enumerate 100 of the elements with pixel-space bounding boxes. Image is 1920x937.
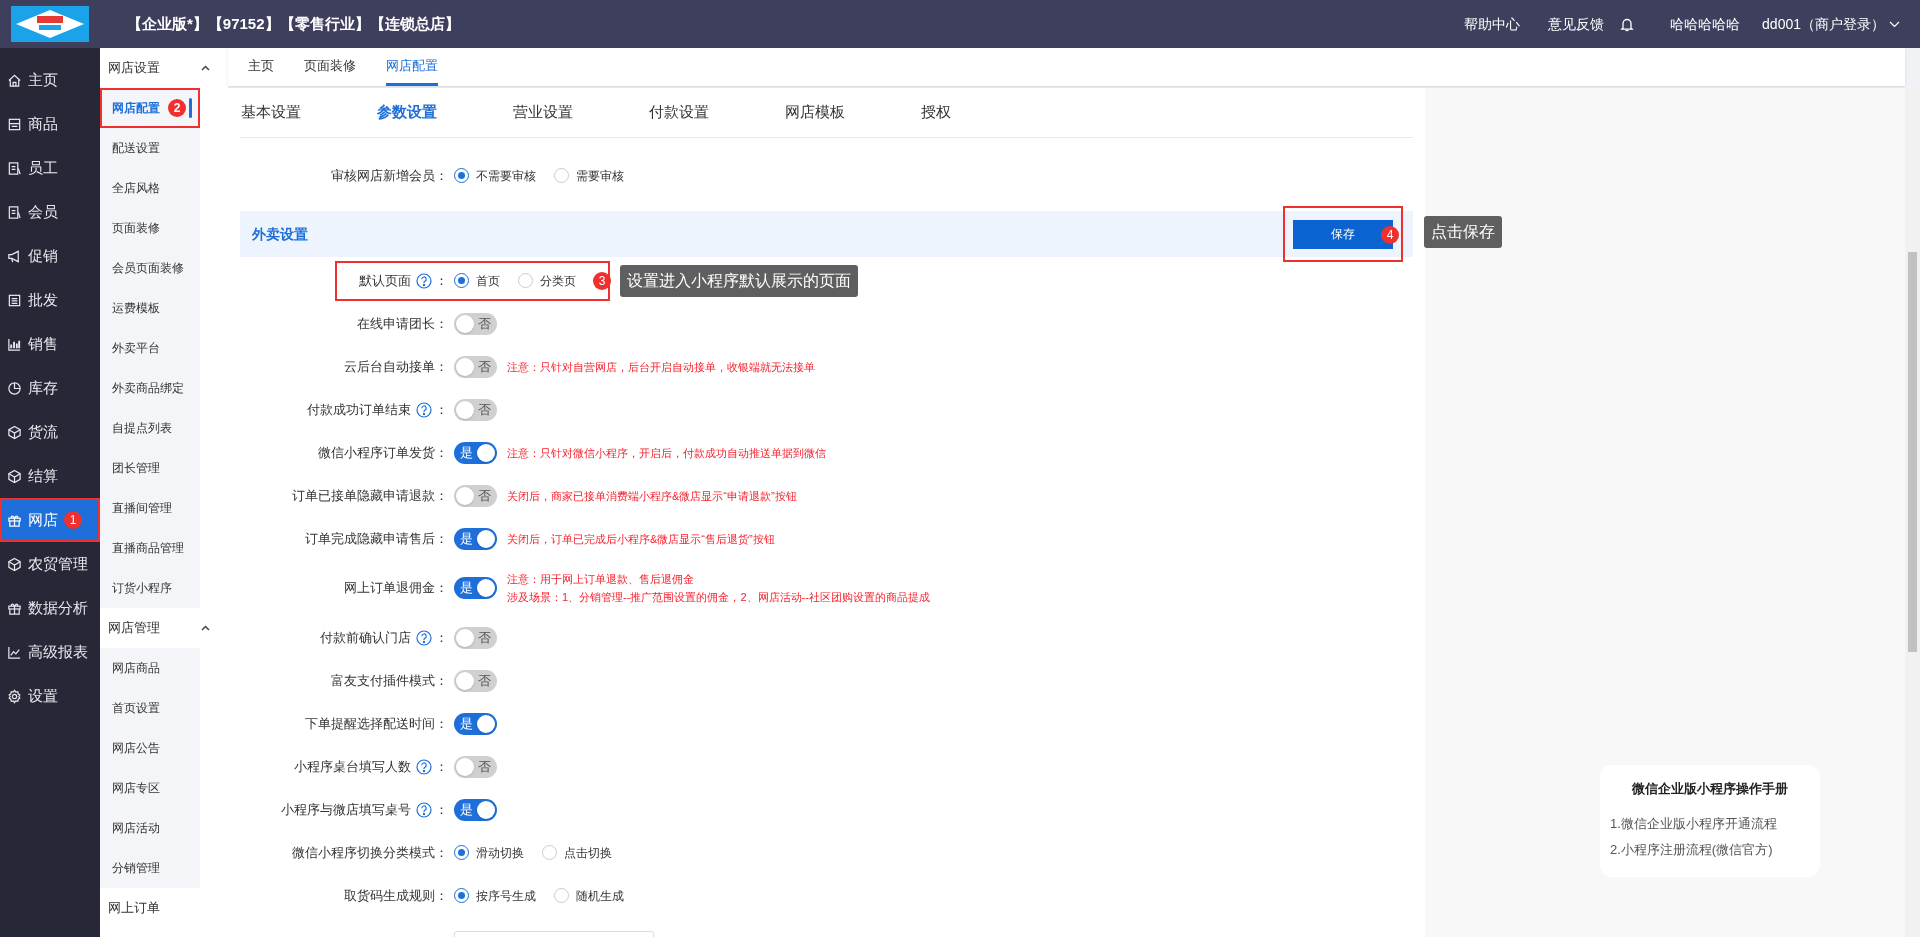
radio-option[interactable]: 需要审核 xyxy=(554,166,624,185)
colon: ： xyxy=(435,757,448,776)
menu-group[interactable]: 网店设置 xyxy=(100,48,218,88)
toggle-switch[interactable]: 是 xyxy=(454,577,497,599)
radio-option[interactable]: 不需要审核 xyxy=(454,166,536,185)
settings-tab[interactable]: 基本设置 xyxy=(240,87,376,138)
submenu-item[interactable]: 外卖商品绑定 xyxy=(100,368,200,408)
radio-option[interactable]: 点击切换 xyxy=(542,843,612,862)
warning-note: 关闭后，商家已接单消费端小程序&微店显示“申请退款”按钮 xyxy=(507,488,797,504)
nav-item[interactable]: 结算 xyxy=(0,454,100,498)
register-icon xyxy=(7,116,22,132)
submenu-item[interactable]: 网店专区 xyxy=(100,768,200,808)
submenu-item[interactable]: 配送设置 xyxy=(100,128,200,168)
settings-tab[interactable]: 网店模板 xyxy=(784,87,920,138)
submenu-item[interactable]: 外卖平台 xyxy=(100,328,200,368)
list-icon xyxy=(7,292,22,308)
page-tab[interactable]: 主页 xyxy=(248,48,274,86)
toggle-switch[interactable]: 是 xyxy=(454,441,497,464)
cube-icon xyxy=(7,468,22,484)
submenu-item[interactable]: 团长管理 xyxy=(100,448,200,488)
radio-option[interactable]: 滑动切换 xyxy=(454,843,524,862)
header-link[interactable]: 帮助中心 xyxy=(1464,13,1521,35)
toggle-switch[interactable]: 是 xyxy=(454,527,497,550)
radio-option[interactable]: 随机生成 xyxy=(554,886,624,905)
bell-icon[interactable] xyxy=(1620,16,1635,32)
nav-item[interactable]: 设置 xyxy=(0,674,100,718)
colon: ： xyxy=(435,800,448,819)
caret-up-icon xyxy=(201,65,210,71)
submenu-item[interactable]: 网店配置 2 xyxy=(100,88,200,128)
submenu-item[interactable]: 直播商品管理 xyxy=(100,528,200,568)
field-label: 网上订单退佣金： xyxy=(344,579,448,598)
toggle-switch[interactable]: 否 xyxy=(454,484,497,507)
scrollbar[interactable] xyxy=(1905,88,1920,937)
user-name: 哈哈哈哈哈 xyxy=(1670,14,1741,34)
bar-chart-icon xyxy=(7,336,22,352)
nav-item[interactable]: 商品 xyxy=(0,102,100,146)
colon: ： xyxy=(435,400,448,419)
field-label: 付款成功订单结束 xyxy=(307,400,411,419)
toggle-switch[interactable]: 是 xyxy=(454,712,497,735)
menu-group[interactable]: 网上订单 xyxy=(100,888,218,928)
nav-item[interactable]: 网店 1 xyxy=(0,498,100,542)
help-icon[interactable] xyxy=(416,401,432,418)
settings-icon xyxy=(7,688,22,704)
nav-item[interactable]: 销售 xyxy=(0,322,100,366)
account-menu[interactable]: dd001（商户登录） xyxy=(1762,13,1900,35)
toggle-switch[interactable]: 否 xyxy=(454,312,497,335)
nav-item[interactable]: 高级报表 xyxy=(0,630,100,674)
id-card-icon xyxy=(7,160,22,176)
toggle-switch[interactable]: 否 xyxy=(454,355,497,378)
toggle-switch[interactable]: 否 xyxy=(454,755,497,778)
nav-item[interactable]: 会员 xyxy=(0,190,100,234)
cube-icon xyxy=(7,424,22,440)
submenu-item[interactable]: 首页设置 xyxy=(100,688,200,728)
settings-tab[interactable]: 授权 xyxy=(920,87,1056,138)
field-label: 订单已接单隐藏申请退款： xyxy=(292,486,448,505)
help-icon[interactable] xyxy=(416,801,432,818)
nav-item[interactable]: 货流 xyxy=(0,410,100,454)
home-icon xyxy=(7,72,22,88)
submenu-item[interactable]: 网店公告 xyxy=(100,728,200,768)
submenu-item[interactable]: 分销管理 xyxy=(100,848,200,888)
nav-item[interactable]: 促销 xyxy=(0,234,100,278)
submenu-item[interactable]: 网店商品 xyxy=(100,648,200,688)
submenu-item[interactable]: 全店风格 xyxy=(100,168,200,208)
nav-item[interactable]: 库存 xyxy=(0,366,100,410)
manual-link[interactable]: 1.微信企业版小程序开通流程 xyxy=(1610,810,1810,837)
settings-tab[interactable]: 付款设置 xyxy=(648,87,784,138)
submenu-item[interactable]: 网店活动 xyxy=(100,808,200,848)
submenu-item[interactable]: 页面装修 xyxy=(100,208,200,248)
submenu-item[interactable]: 直播间管理 xyxy=(100,488,200,528)
line-chart-icon xyxy=(7,644,22,660)
toggle-switch[interactable]: 否 xyxy=(454,626,497,649)
toggle-switch[interactable]: 否 xyxy=(454,398,497,421)
header-link[interactable]: 意见反馈 xyxy=(1548,13,1605,35)
field-label: 订单完成隐藏申请售后： xyxy=(305,529,448,548)
manual-link[interactable]: 2.小程序注册流程(微信官方) xyxy=(1610,836,1810,863)
toggle-switch[interactable]: 是 xyxy=(454,798,497,821)
nav-item[interactable]: 员工 xyxy=(0,146,100,190)
nav-item[interactable]: 批发 xyxy=(0,278,100,322)
nav-item[interactable]: 主页 xyxy=(0,58,100,102)
submenu-item[interactable]: 订货小程序 xyxy=(100,568,200,608)
radio-option[interactable]: 首页 xyxy=(454,271,500,290)
field-label: 在线申请团长： xyxy=(357,314,448,333)
submenu-item[interactable]: 会员页面装修 xyxy=(100,248,200,288)
settings-tab[interactable]: 营业设置 xyxy=(512,87,648,138)
step-badge: 4 xyxy=(1381,226,1399,244)
nav-item[interactable]: 数据分析 xyxy=(0,586,100,630)
toggle-switch[interactable]: 否 xyxy=(454,669,497,692)
help-icon[interactable] xyxy=(416,629,432,646)
help-icon[interactable] xyxy=(416,272,432,289)
menu-group[interactable]: 网店管理 xyxy=(100,608,218,648)
step-badge: 3 xyxy=(593,271,611,290)
submenu-item[interactable]: 自提点列表 xyxy=(100,408,200,448)
submenu-item[interactable]: 运费模板 xyxy=(100,288,200,328)
field-label: 下单提醒选择配送时间： xyxy=(305,714,448,733)
radio-option[interactable]: 按序号生成 xyxy=(454,886,536,905)
nav-item[interactable]: 农贸管理 xyxy=(0,542,100,586)
page-tab[interactable]: 页面装修 xyxy=(304,48,356,86)
help-icon[interactable] xyxy=(416,758,432,775)
settings-tab[interactable]: 参数设置 xyxy=(376,87,512,138)
radio-option[interactable]: 分类页 xyxy=(518,271,576,290)
